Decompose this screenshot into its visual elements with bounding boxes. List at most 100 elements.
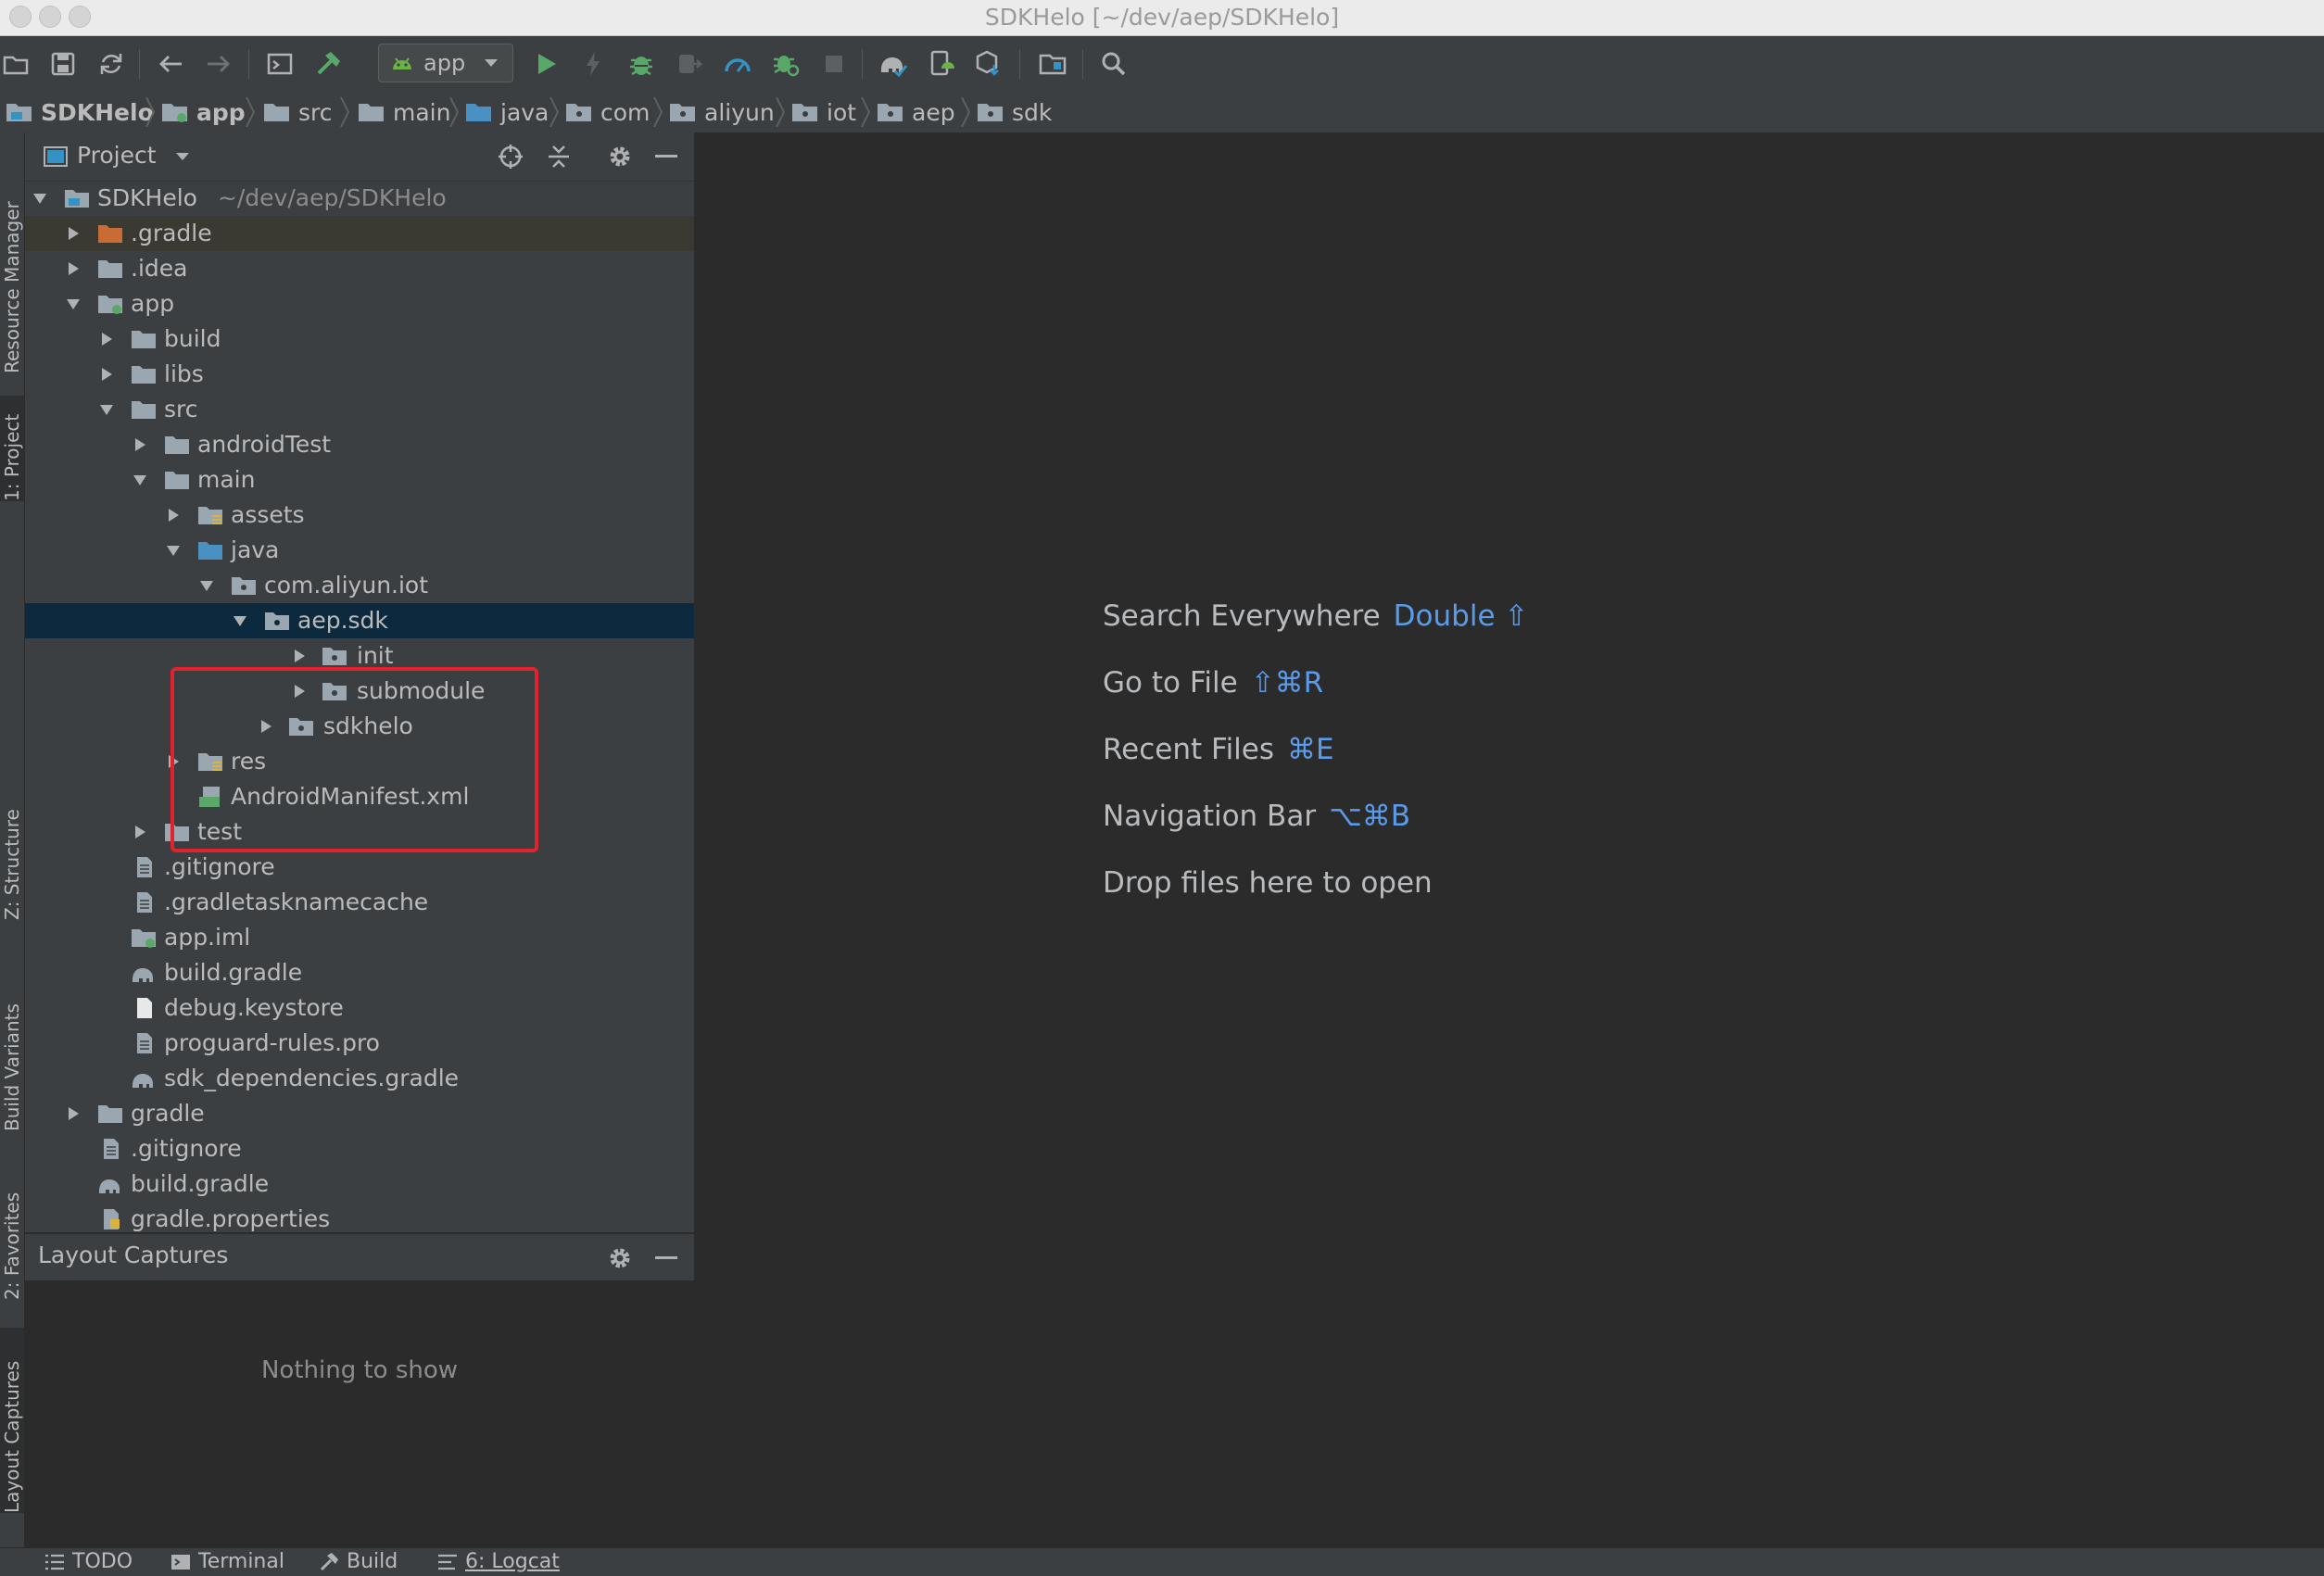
tree-item-res[interactable]: res <box>25 744 694 779</box>
apply-changes-icon[interactable] <box>576 47 610 81</box>
tree-item-submodule[interactable]: submodule <box>25 674 694 709</box>
tool-tab-resource-manager[interactable]: Resource Manager <box>0 151 24 373</box>
expanded-arrow-icon <box>33 194 46 204</box>
expanded-arrow-icon <box>133 475 146 485</box>
sync-icon[interactable] <box>95 47 128 81</box>
folder-icon <box>165 472 189 489</box>
tree-item-dot-gradle[interactable]: .gradle <box>25 216 694 251</box>
avd-manager-icon[interactable] <box>925 47 958 81</box>
tool-tab-layout-captures[interactable]: Layout Captures <box>0 1328 24 1513</box>
attach-debugger-icon[interactable] <box>673 47 706 81</box>
breadcrumb-item-main[interactable]: main <box>358 97 450 127</box>
locate-file-icon[interactable] <box>496 142 525 171</box>
expanded-arrow-icon <box>67 299 80 309</box>
tree-item-build[interactable]: build <box>25 322 694 357</box>
breadcrumb-item-com[interactable]: com <box>565 97 650 127</box>
project-structure-icon[interactable] <box>1036 47 1069 81</box>
editor-empty-area[interactable]: Search Everywhere Double ⇧ Go to File ⇧⌘R … <box>695 132 2324 1547</box>
tree-item-gitignore[interactable]: .gitignore <box>25 850 694 885</box>
tree-item-libs[interactable]: libs <box>25 357 694 392</box>
tree-item-sdk-dependencies-gradle[interactable]: sdk_dependencies.gradle <box>25 1061 694 1096</box>
forward-arrow-icon[interactable] <box>202 47 235 81</box>
collapse-all-icon[interactable] <box>544 142 574 171</box>
tree-item-gradletasknamecache[interactable]: .gradletasknamecache <box>25 885 694 920</box>
tree-item-root[interactable]: SDKHelo ~/dev/aep/SDKHelo <box>25 181 694 216</box>
gear-icon[interactable] <box>605 1243 635 1273</box>
tree-item-gradle-properties[interactable]: gradle.properties <box>25 1202 694 1232</box>
run-icon[interactable] <box>530 47 563 81</box>
breadcrumb-item-app[interactable]: app <box>161 97 246 127</box>
tree-item-debug-keystore[interactable]: debug.keystore <box>25 990 694 1026</box>
tool-tab-terminal[interactable]: Terminal <box>171 1550 284 1573</box>
chevron-down-icon <box>485 59 499 67</box>
hint-recent-files: Recent Files ⌘E <box>1103 733 1334 766</box>
project-view-selector[interactable]: Project <box>77 142 190 169</box>
make-project-hammer-icon[interactable] <box>311 47 345 81</box>
tool-tab-project[interactable]: 1: Project <box>0 396 24 501</box>
search-icon[interactable] <box>1097 47 1130 81</box>
breadcrumb-item-src[interactable]: src <box>263 97 333 127</box>
breadcrumb-item-aliyun[interactable]: aliyun <box>669 97 775 127</box>
left-tool-window-stripe: Resource Manager 1: Project Z: Structure… <box>0 132 25 1547</box>
tree-item-main[interactable]: main <box>25 462 694 498</box>
debug-bug-icon[interactable] <box>625 47 658 81</box>
breadcrumb-item-aep[interactable]: aep <box>877 97 955 127</box>
tool-tab-build-variants[interactable]: Build Variants <box>0 955 24 1131</box>
hide-panel-icon[interactable] <box>651 1243 681 1273</box>
package-icon <box>670 104 695 121</box>
source-folder-icon <box>198 542 222 560</box>
tree-item-assets[interactable]: assets <box>25 498 694 533</box>
package-icon <box>265 612 289 630</box>
tool-tab-favorites[interactable]: 2: Favorites <box>0 1161 24 1300</box>
package-icon <box>289 718 313 736</box>
collapsed-arrow-icon <box>135 826 145 838</box>
tree-item-sdkhelo[interactable]: sdkhelo <box>25 709 694 744</box>
breadcrumb-item-java[interactable]: java <box>465 97 549 127</box>
breadcrumb-item-sdk[interactable]: sdk <box>977 97 1052 127</box>
tree-item-proguard-rules[interactable]: proguard-rules.pro <box>25 1026 694 1061</box>
tree-item-test[interactable]: test <box>25 814 694 850</box>
hide-panel-icon[interactable] <box>651 142 681 171</box>
open-folder-icon[interactable] <box>0 47 33 81</box>
tool-tab-todo[interactable]: TODO <box>44 1550 133 1573</box>
tree-item-root-gitignore[interactable]: .gitignore <box>25 1131 694 1166</box>
file-icon <box>137 998 152 1018</box>
tree-item-idea[interactable]: .idea <box>25 251 694 286</box>
profile-gauge-icon[interactable] <box>721 47 754 81</box>
tree-item-aep-sdk[interactable]: aep.sdk <box>25 603 694 638</box>
terminal-window-icon[interactable] <box>263 47 297 81</box>
breadcrumb-item-iot[interactable]: iot <box>791 97 856 127</box>
tree-item-src[interactable]: src <box>25 392 694 427</box>
tree-item-androidmanifest[interactable]: AndroidManifest.xml <box>25 779 694 814</box>
back-arrow-icon[interactable] <box>154 47 187 81</box>
tree-item-gradle[interactable]: gradle <box>25 1096 694 1131</box>
tree-item-java[interactable]: java <box>25 533 694 568</box>
sdk-manager-icon[interactable] <box>973 47 1006 81</box>
tree-item-androidtest[interactable]: androidTest <box>25 427 694 462</box>
tool-tab-structure[interactable]: Z: Structure <box>0 781 24 920</box>
gradle-elephant-icon <box>133 968 153 982</box>
project-folder-icon <box>65 190 89 208</box>
folder-icon <box>165 824 189 841</box>
collapsed-arrow-icon <box>295 685 305 698</box>
run-configuration-dropdown[interactable]: app <box>378 44 513 82</box>
stop-icon[interactable] <box>817 47 851 81</box>
tree-item-build-gradle[interactable]: build.gradle <box>25 955 694 990</box>
sync-gradle-elephant-icon[interactable] <box>877 47 910 81</box>
module-folder-icon <box>162 104 187 122</box>
gear-icon[interactable] <box>605 142 635 171</box>
tool-tab-logcat[interactable]: 6: Logcat <box>437 1550 560 1573</box>
breadcrumb-item-sdkhelo[interactable]: SDKHelo <box>6 97 154 127</box>
tree-item-root-build-gradle[interactable]: build.gradle <box>25 1166 694 1202</box>
save-all-icon[interactable] <box>46 47 80 81</box>
tool-tab-build[interactable]: Build <box>319 1550 398 1573</box>
tree-item-app[interactable]: app <box>25 286 694 322</box>
tree-item-app-iml[interactable]: app.iml <box>25 920 694 955</box>
folder-icon <box>98 1105 122 1123</box>
collapsed-arrow-icon <box>69 262 79 275</box>
run-configuration-label: app <box>423 50 466 76</box>
tree-item-com-aliyun-iot[interactable]: com.aliyun.iot <box>25 568 694 603</box>
debug-settings-bug-icon[interactable] <box>769 47 802 81</box>
collapsed-arrow-icon <box>102 368 112 381</box>
tree-item-init[interactable]: init <box>25 638 694 674</box>
